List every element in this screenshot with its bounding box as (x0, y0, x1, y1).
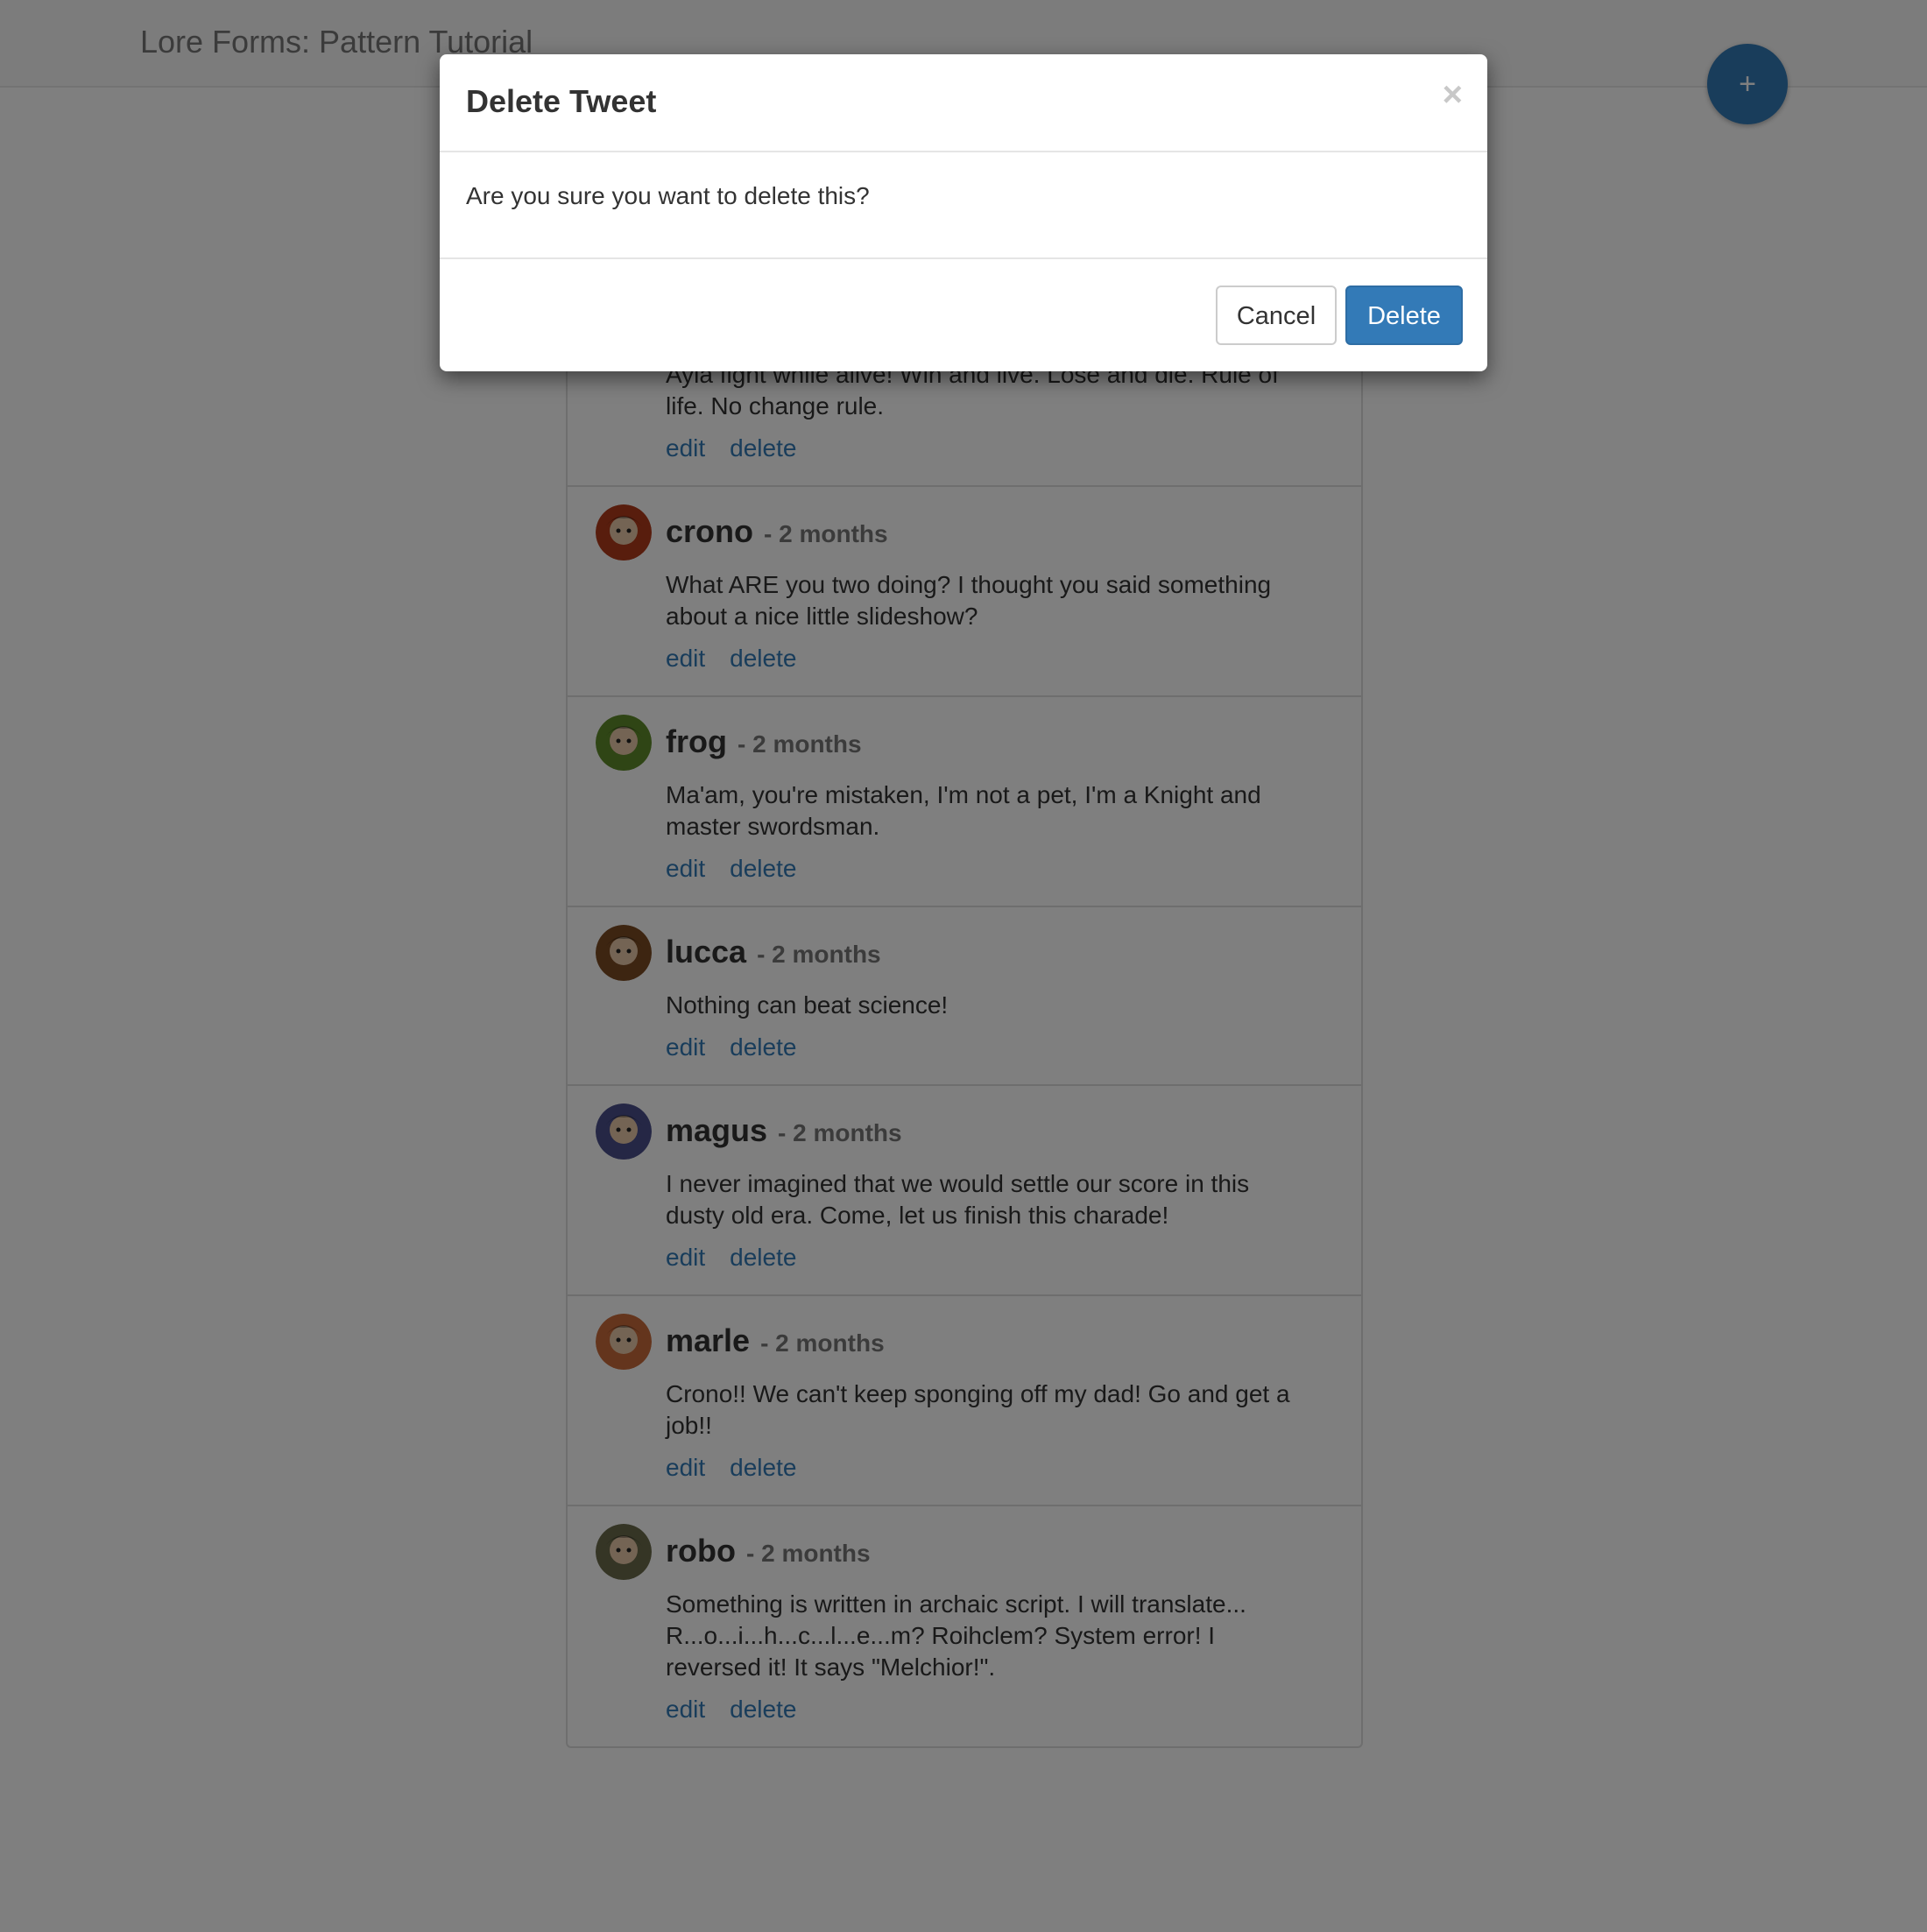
dialog-footer: Cancel Delete (440, 257, 1487, 371)
dialog-header: Delete Tweet × (440, 54, 1487, 152)
dialog-message: Are you sure you want to delete this? (466, 182, 870, 209)
close-icon[interactable]: × (1443, 74, 1463, 116)
cancel-button[interactable]: Cancel (1216, 286, 1337, 345)
delete-tweet-dialog: Delete Tweet × Are you sure you want to … (440, 54, 1487, 371)
dialog-title: Delete Tweet (466, 83, 657, 119)
delete-button[interactable]: Delete (1345, 286, 1463, 345)
